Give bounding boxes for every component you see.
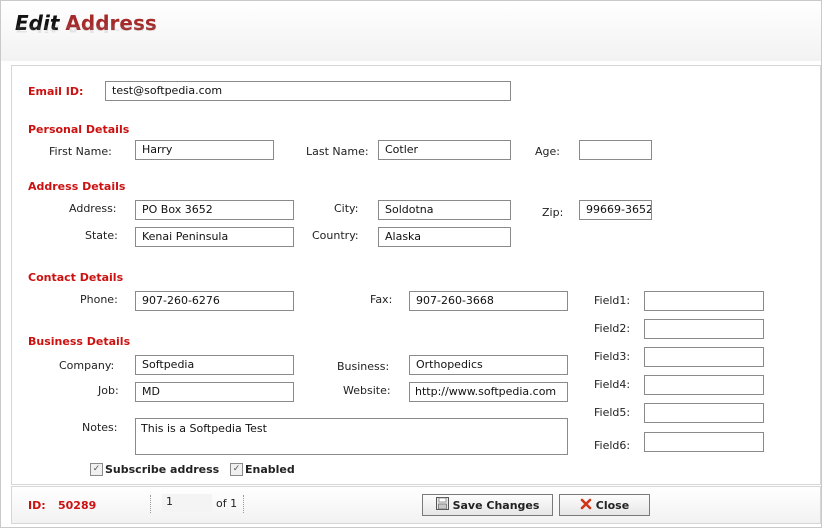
email-label: Email ID:	[28, 85, 84, 98]
website-label: Website:	[343, 384, 391, 397]
page-count-label: of 1	[216, 497, 238, 510]
job-label: Job:	[98, 384, 119, 397]
contact-details-heading: Contact Details	[28, 271, 124, 284]
pager-separator-left	[150, 495, 152, 513]
subscribe-checkbox[interactable]: ✓ Subscribe address	[90, 463, 219, 476]
first-name-field[interactable]: Harry	[135, 140, 274, 160]
city-label: City:	[334, 202, 359, 215]
pager-separator-right	[243, 495, 245, 513]
personal-details-heading: Personal Details	[28, 123, 130, 136]
country-label: Country:	[312, 229, 359, 242]
notes-label: Notes:	[82, 421, 118, 434]
address-form: Email ID: test@softpedia.com Personal De…	[11, 65, 821, 485]
edit-address-window: Edit Address Edit Address Email ID: test@s…	[0, 0, 822, 528]
title-bar: Edit Address Edit Address	[1, 1, 821, 61]
zip-field[interactable]: 99669-3652	[579, 200, 652, 220]
field4-label: Field4:	[594, 378, 631, 391]
field4-input[interactable]	[644, 375, 764, 395]
save-changes-label: Save Changes	[452, 498, 540, 512]
company-field[interactable]: Softpedia	[135, 355, 294, 375]
checkmark-icon: ✓	[230, 463, 243, 476]
address-details-heading: Address Details	[28, 180, 126, 193]
enabled-label: Enabled	[245, 463, 295, 476]
website-field[interactable]: http://www.softpedia.com	[409, 382, 568, 402]
id-value: 50289	[58, 499, 97, 512]
field1-input[interactable]	[644, 291, 764, 311]
field5-label: Field5:	[594, 406, 631, 419]
age-label: Age:	[535, 145, 560, 158]
subscribe-label: Subscribe address	[105, 463, 220, 476]
address-label: Address:	[69, 202, 117, 215]
field2-label: Field2:	[594, 322, 631, 335]
title-reflection-edit: Edit	[15, 23, 60, 35]
age-field[interactable]	[579, 140, 652, 160]
business-field[interactable]: Orthopedics	[409, 355, 568, 375]
fax-label: Fax:	[370, 293, 393, 306]
title-reflection-address: Address	[65, 23, 157, 35]
field5-input[interactable]	[644, 403, 764, 423]
business-details-heading: Business Details	[28, 335, 131, 348]
company-label: Company:	[59, 359, 115, 372]
field3-input[interactable]	[644, 347, 764, 367]
last-name-label: Last Name:	[306, 145, 369, 158]
title-reflection: Edit Address	[15, 23, 157, 35]
state-label: State:	[85, 229, 118, 242]
fax-field[interactable]: 907-260-3668	[409, 291, 568, 311]
phone-field[interactable]: 907-260-6276	[135, 291, 294, 311]
first-name-label: First Name:	[49, 145, 112, 158]
close-icon	[580, 498, 592, 513]
country-field[interactable]: Alaska	[378, 227, 511, 247]
phone-label: Phone:	[80, 293, 118, 306]
footer-bar: ID: 50289 1 of 1 Save Changes Close	[11, 486, 821, 524]
job-field[interactable]: MD	[135, 382, 294, 402]
address-field[interactable]: PO Box 3652	[135, 200, 294, 220]
field2-input[interactable]	[644, 319, 764, 339]
page-number-input[interactable]: 1	[162, 494, 212, 512]
state-field[interactable]: Kenai Peninsula	[135, 227, 294, 247]
close-button[interactable]: Close	[559, 494, 650, 516]
zip-label: Zip:	[542, 206, 564, 219]
checkmark-icon: ✓	[90, 463, 103, 476]
last-name-field[interactable]: Cotler	[378, 140, 511, 160]
field3-label: Field3:	[594, 350, 631, 363]
save-changes-button[interactable]: Save Changes	[422, 494, 553, 516]
business-label: Business:	[337, 360, 390, 373]
id-label: ID:	[28, 499, 46, 512]
notes-textarea[interactable]: This is a Softpedia Test	[135, 418, 568, 455]
field6-label: Field6:	[594, 439, 631, 452]
field6-input[interactable]	[644, 432, 764, 452]
close-label: Close	[595, 498, 630, 512]
floppy-disk-icon	[435, 497, 449, 513]
email-field[interactable]: test@softpedia.com	[105, 81, 511, 101]
field1-label: Field1:	[594, 294, 631, 307]
city-field[interactable]: Soldotna	[378, 200, 511, 220]
enabled-checkbox[interactable]: ✓ Enabled	[230, 463, 295, 476]
